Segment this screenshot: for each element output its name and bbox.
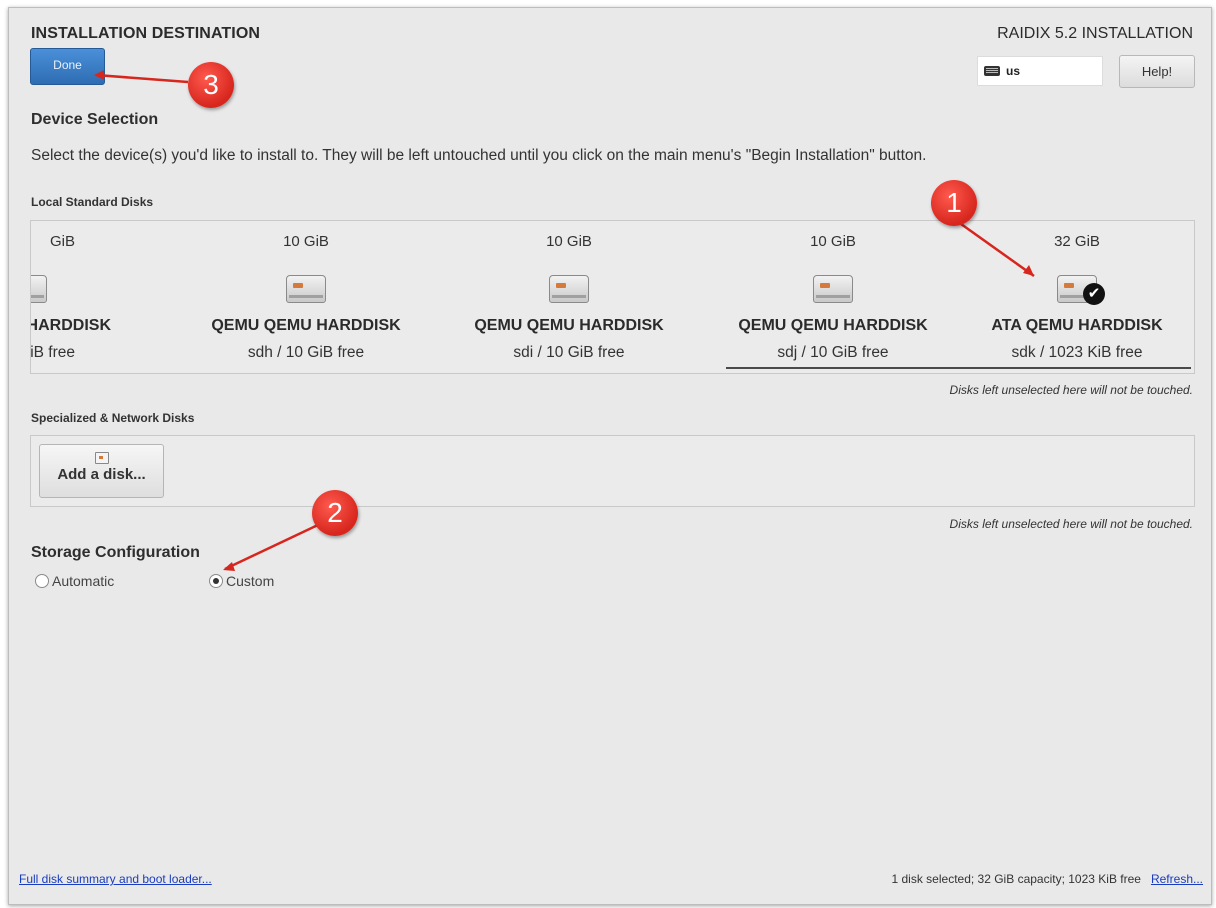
- callout-badge-1: 1: [931, 180, 977, 226]
- selection-underline: [726, 367, 1191, 369]
- disk-capacity: GiB: [49, 233, 75, 250]
- network-disks-label: Specialized & Network Disks: [31, 411, 195, 425]
- disk-name: ATA QEMU HARDDISK: [991, 317, 1163, 334]
- harddisk-icon: [811, 271, 855, 303]
- disk-add-icon: [94, 452, 109, 464]
- custom-option[interactable]: Custom: [209, 573, 274, 589]
- disk-item[interactable]: 10 GiB QEMU QEMU HARDDISK sdi / 10 GiB f…: [444, 221, 694, 373]
- help-button[interactable]: Help!: [1119, 55, 1195, 88]
- local-disks-label: Local Standard Disks: [31, 195, 154, 209]
- device-selection-heading: Device Selection: [31, 111, 159, 128]
- callout-badge-2: 2: [312, 490, 358, 536]
- page-title: INSTALLATION DESTINATION: [31, 25, 261, 42]
- disk-item[interactable]: 10 GiB QEMU QEMU HARDDISK sdh / 10 GiB f…: [181, 221, 431, 373]
- network-disks-panel: Add a disk...: [30, 435, 1195, 507]
- disk-capacity: 10 GiB: [546, 233, 592, 250]
- full-disk-summary-link[interactable]: Full disk summary and boot loader...: [19, 872, 212, 886]
- add-disk-button[interactable]: Add a disk...: [39, 444, 164, 498]
- harddisk-icon: [31, 271, 49, 303]
- harddisk-icon: ✔: [1055, 271, 1105, 305]
- disk-item-selected[interactable]: 32 GiB ✔ ATA QEMU HARDDISK sdk / 1023 Ki…: [952, 221, 1194, 373]
- local-disks-note: Disks left unselected here will not be t…: [949, 383, 1193, 397]
- automatic-radio[interactable]: [35, 574, 49, 588]
- add-disk-label: Add a disk...: [57, 466, 146, 483]
- device-selection-description: Select the device(s) you'd like to insta…: [31, 147, 927, 164]
- disk-name: QEMU QEMU HARDDISK: [474, 317, 664, 334]
- disk-name: U HARDDISK: [30, 317, 111, 334]
- disk-name: QEMU QEMU HARDDISK: [211, 317, 401, 334]
- checkmark-icon: ✔: [1083, 283, 1105, 305]
- refresh-link[interactable]: Refresh...: [1151, 872, 1203, 886]
- network-disks-note: Disks left unselected here will not be t…: [949, 517, 1193, 531]
- automatic-option[interactable]: Automatic: [35, 573, 114, 589]
- keyboard-layout-indicator[interactable]: us: [977, 56, 1103, 86]
- disk-capacity: 32 GiB: [1054, 233, 1100, 250]
- footer-status-bar: 1 disk selected; 32 GiB capacity; 1023 K…: [892, 872, 1204, 886]
- disk-name: QEMU QEMU HARDDISK: [738, 317, 928, 334]
- disk-item[interactable]: 10 GiB QEMU QEMU HARDDISK sdj / 10 GiB f…: [708, 221, 958, 373]
- disk-info: sdk / 1023 KiB free: [1011, 344, 1143, 361]
- disk-item[interactable]: GiB U HARDDISK 10 GiB free: [30, 221, 131, 373]
- installer-window: INSTALLATION DESTINATION RAIDIX 5.2 INST…: [8, 7, 1212, 905]
- harddisk-icon: [284, 271, 328, 303]
- custom-label: Custom: [226, 573, 275, 589]
- automatic-label: Automatic: [52, 573, 115, 589]
- disk-info: sdj / 10 GiB free: [777, 344, 889, 361]
- disk-capacity: 10 GiB: [810, 233, 856, 250]
- product-title: RAIDIX 5.2 INSTALLATION: [997, 25, 1193, 42]
- storage-configuration-heading: Storage Configuration: [31, 544, 200, 561]
- harddisk-icon: [547, 271, 591, 303]
- disk-info: sdi / 10 GiB free: [513, 344, 625, 361]
- custom-radio[interactable]: [209, 574, 223, 588]
- done-button[interactable]: Done: [30, 48, 105, 85]
- callout-badge-3: 3: [188, 62, 234, 108]
- disk-capacity: 10 GiB: [283, 233, 329, 250]
- local-disks-panel: GiB U HARDDISK 10 GiB free 10 GiB QEMU Q…: [30, 220, 1195, 374]
- disk-info: sdh / 10 GiB free: [247, 344, 365, 361]
- selection-status: 1 disk selected; 32 GiB capacity; 1023 K…: [891, 872, 1141, 886]
- disk-info: 10 GiB free: [30, 344, 75, 361]
- keyboard-layout-label: us: [1006, 64, 1021, 78]
- keyboard-icon: [984, 66, 1000, 76]
